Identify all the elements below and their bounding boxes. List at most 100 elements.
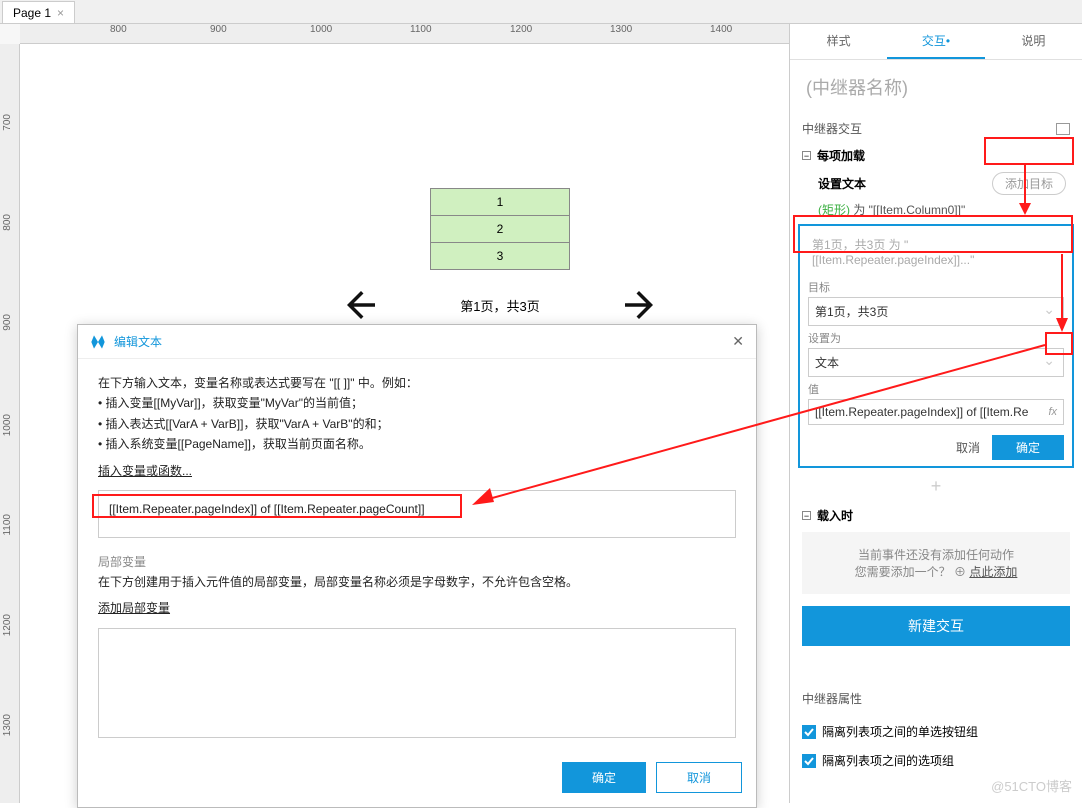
value-text: [[Item.Repeater.pageIndex]] of [[Item.Re bbox=[815, 405, 1028, 419]
repeater-widget[interactable]: 1 2 3 bbox=[430, 189, 570, 270]
instruction-bullet: • 插入表达式[[VarA + VarB]]，获取"VarA + VarB"的和… bbox=[98, 414, 736, 434]
page-tab-label: Page 1 bbox=[13, 6, 51, 20]
checkbox-isolate-radio[interactable]: 隔离列表项之间的单选按钮组 bbox=[802, 717, 1070, 746]
widget-name-placeholder[interactable]: (中继器名称) bbox=[790, 60, 1082, 114]
checkbox-label: 隔离列表项之间的单选按钮组 bbox=[822, 723, 978, 740]
ruler-tick: 1000 bbox=[2, 414, 13, 436]
chevron-updown-icon: ⌄ bbox=[1043, 301, 1055, 318]
event-name: 每项加载 bbox=[817, 147, 865, 164]
instruction-bullet: • 插入系统变量[[PageName]]，获取当前页面名称。 bbox=[98, 434, 736, 454]
repeater-row[interactable]: 2 bbox=[430, 215, 570, 243]
arrow-right-icon[interactable] bbox=[618, 284, 660, 326]
ruler-tick: 1200 bbox=[510, 24, 532, 35]
setas-select[interactable]: 文本 ⌄ bbox=[808, 348, 1064, 377]
repeater-row[interactable]: 3 bbox=[430, 242, 570, 270]
ruler-tick: 1300 bbox=[2, 714, 13, 736]
watermark: @51CTO博客 bbox=[991, 776, 1072, 795]
value-input[interactable]: [[Item.Repeater.pageIndex]] of [[Item.Re… bbox=[808, 399, 1064, 425]
dialog-body: 在下方输入文本，变量名称或表达式要写在 "[[ ]]" 中。例如： • 插入变量… bbox=[78, 359, 756, 752]
config-ok[interactable]: 确定 bbox=[992, 435, 1064, 460]
ruler-tick: 900 bbox=[210, 24, 227, 35]
instruction-bullet: • 插入变量[[MyVar]]，获取变量"MyVar"的当前值； bbox=[98, 393, 736, 413]
insert-var-link[interactable]: 插入变量或函数... bbox=[98, 461, 192, 481]
checkbox-checked-icon bbox=[802, 754, 816, 768]
ruler-tick: 1100 bbox=[410, 24, 432, 35]
arrow-left-icon[interactable] bbox=[340, 284, 382, 326]
target-label: 目标 bbox=[808, 279, 1064, 295]
section-label: 中继器交互 bbox=[802, 120, 862, 137]
add-local-var-link[interactable]: 添加局部变量 bbox=[98, 598, 170, 618]
setas-value: 文本 bbox=[815, 356, 839, 370]
fx-icon[interactable]: fx bbox=[1048, 406, 1057, 418]
action-description: (矩形) 为 "[[Item.Column0]]" bbox=[790, 199, 1082, 224]
popout-icon[interactable] bbox=[1056, 123, 1070, 135]
expression-text: [[Item.Repeater.pageIndex]] of [[Item.Re… bbox=[109, 502, 425, 516]
tab-notes[interactable]: 说明 bbox=[985, 24, 1082, 59]
section-repeater-props: 中继器属性 bbox=[790, 684, 1082, 713]
collapse-icon[interactable]: − bbox=[802, 151, 811, 160]
ruler-vertical: 700 800 900 1000 1100 1200 1300 bbox=[0, 44, 20, 803]
event-load[interactable]: − 载入时 bbox=[790, 503, 1082, 528]
local-var-area[interactable] bbox=[98, 628, 736, 738]
empty-line2a: 您需要添加一个？ bbox=[855, 565, 951, 579]
close-icon[interactable]: ✕ bbox=[732, 333, 744, 350]
ruler-tick: 700 bbox=[2, 114, 13, 131]
add-target-button[interactable]: 添加目标 bbox=[992, 172, 1066, 195]
ruler-tick: 1100 bbox=[2, 514, 13, 536]
section-label: 中继器属性 bbox=[802, 690, 862, 707]
collapse-icon[interactable]: − bbox=[802, 511, 811, 520]
add-case-button[interactable]: + bbox=[790, 476, 1082, 503]
ruler-tick: 1000 bbox=[310, 24, 332, 35]
value-label: 值 bbox=[808, 381, 1064, 397]
dialog-cancel-button[interactable]: 取消 bbox=[656, 762, 742, 793]
target-select[interactable]: 第1页，共3页 ⌄ bbox=[808, 297, 1064, 326]
local-var-desc: 在下方创建用于插入元件值的局部变量，局部变量名称必须是字母数字，不允许包含空格。 bbox=[98, 572, 736, 592]
checkbox-label: 隔离列表项之间的选项组 bbox=[822, 752, 954, 769]
app-logo-icon bbox=[90, 334, 106, 350]
event-item-load[interactable]: − 每项加载 bbox=[790, 143, 1082, 168]
target-value: 第1页，共3页 bbox=[815, 305, 888, 319]
config-summary: 第1页，共3页 为 "[[Item.Repeater.pageIndex]]..… bbox=[808, 232, 1064, 275]
dialog-title: 编辑文本 bbox=[114, 333, 162, 350]
dialog-ok-button[interactable]: 确定 bbox=[562, 762, 646, 793]
page-indicator: 第1页，共3页 bbox=[460, 296, 539, 315]
local-var-header: 局部变量 bbox=[98, 552, 736, 572]
section-repeater-interactions: 中继器交互 bbox=[790, 114, 1082, 143]
new-interaction-button[interactable]: 新建交互 bbox=[802, 606, 1070, 646]
action-set-text[interactable]: 设置文本 添加目标 bbox=[790, 168, 1082, 199]
setas-label: 设置为 bbox=[808, 330, 1064, 346]
action-name: 设置文本 bbox=[818, 175, 866, 192]
ruler-tick: 1200 bbox=[2, 614, 13, 636]
dialog-footer: 确定 取消 bbox=[78, 752, 756, 807]
action-target-green: (矩形) bbox=[818, 203, 850, 217]
inspector-panel: 样式 交互• 说明 (中继器名称) 中继器交互 − 每项加载 设置文本 添加目标… bbox=[789, 24, 1082, 803]
tab-style[interactable]: 样式 bbox=[790, 24, 887, 59]
ruler-tick: 800 bbox=[110, 24, 127, 35]
close-icon[interactable]: × bbox=[57, 6, 64, 20]
page-tab[interactable]: Page 1 × bbox=[2, 1, 75, 23]
inspector-body: (中继器名称) 中继器交互 − 每项加载 设置文本 添加目标 (矩形) 为 "[… bbox=[790, 60, 1082, 803]
ruler-tick: 1300 bbox=[610, 24, 632, 35]
empty-line1: 当前事件还没有添加任何动作 bbox=[810, 546, 1062, 563]
ruler-horizontal: 800 900 1000 1100 1200 1300 1400 bbox=[20, 24, 789, 44]
ruler-tick: 800 bbox=[2, 214, 13, 231]
document-tab-bar: Page 1 × bbox=[0, 0, 1082, 24]
tab-interactions[interactable]: 交互• bbox=[887, 24, 984, 59]
checkbox-isolate-selection[interactable]: 隔离列表项之间的选项组 bbox=[802, 746, 1070, 775]
chevron-updown-icon: ⌄ bbox=[1043, 352, 1055, 369]
add-action-link[interactable]: 点此添加 bbox=[969, 565, 1017, 579]
repeater-row[interactable]: 1 bbox=[430, 188, 570, 216]
ruler-tick: 900 bbox=[2, 314, 13, 331]
inspector-tabs: 样式 交互• 说明 bbox=[790, 24, 1082, 60]
action-config-panel: 第1页，共3页 为 "[[Item.Repeater.pageIndex]]..… bbox=[798, 224, 1074, 468]
empty-actions-box: 当前事件还没有添加任何动作 您需要添加一个？ ⊕ 点此添加 bbox=[802, 532, 1070, 594]
config-cancel[interactable]: 取消 bbox=[956, 439, 980, 456]
instruction-line: 在下方输入文本，变量名称或表达式要写在 "[[ ]]" 中。例如： bbox=[98, 373, 736, 393]
pager-row: 第1页，共3页 bbox=[340, 284, 660, 326]
action-target-rest: 为 "[[Item.Column0]]" bbox=[850, 203, 965, 217]
ruler-tick: 1400 bbox=[710, 24, 732, 35]
expression-textarea[interactable]: [[Item.Repeater.pageIndex]] of [[Item.Re… bbox=[98, 490, 736, 538]
edit-text-dialog: 编辑文本 ✕ 在下方输入文本，变量名称或表达式要写在 "[[ ]]" 中。例如：… bbox=[77, 324, 757, 808]
event-name: 载入时 bbox=[817, 507, 853, 524]
dialog-titlebar: 编辑文本 ✕ bbox=[78, 325, 756, 359]
